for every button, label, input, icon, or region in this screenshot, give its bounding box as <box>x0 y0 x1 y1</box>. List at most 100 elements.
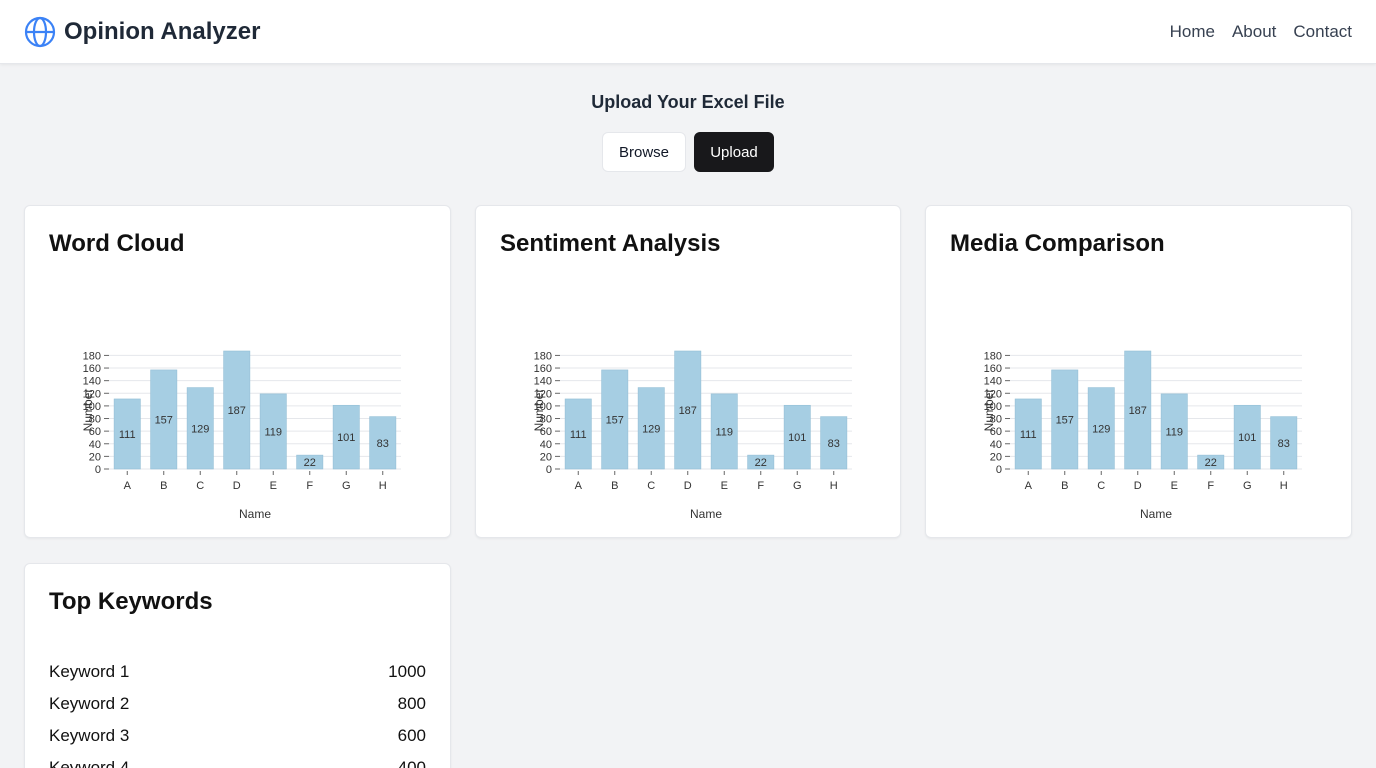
keyword-row: Keyword 2 800 <box>49 692 426 724</box>
media-comparison-chart: 020406080100120140160180111A157B129C187D… <box>982 350 1302 521</box>
nav-home-link[interactable]: Home <box>1170 20 1215 44</box>
y-tick-label: 160 <box>534 363 552 375</box>
x-tick-label: C <box>647 480 655 492</box>
x-tick-label: C <box>196 480 204 492</box>
bar-value-label: 22 <box>1205 457 1217 469</box>
bar-value-label: 187 <box>228 405 246 417</box>
y-tick-label: 20 <box>89 451 101 463</box>
upload-title: Upload Your Excel File <box>591 92 785 112</box>
sentiment-analysis-card: Sentiment Analysis 0 20 40 60 80 100 120 140 160… <box>475 205 901 538</box>
y-tick-label: 140 <box>984 376 1002 388</box>
x-tick-label: F <box>757 480 764 492</box>
bar-value-label: 129 <box>191 423 209 435</box>
x-tick-label: G <box>342 480 351 492</box>
y-axis-label: Number <box>532 389 546 432</box>
bar-value-label: 22 <box>304 457 316 469</box>
bar-value-label: 119 <box>715 426 733 438</box>
card-title: Top Keywords <box>49 588 213 615</box>
x-tick-label: A <box>124 480 132 492</box>
x-tick-label: F <box>306 480 313 492</box>
bar-value-label: 83 <box>828 438 840 450</box>
bar-value-label: 111 <box>119 429 136 441</box>
top-keywords-card: Top Keywords Keyword 1 1000 Keyword 2 80… <box>24 563 451 768</box>
y-tick-label: 40 <box>540 439 552 451</box>
y-tick-label: 160 <box>83 363 101 375</box>
bar-value-label: 129 <box>642 423 660 435</box>
bar-value-label: 83 <box>1278 438 1290 450</box>
y-tick-label: 180 <box>83 350 101 362</box>
bar-value-label: 101 <box>1238 432 1256 444</box>
bar-value-label: 187 <box>1129 405 1147 417</box>
keyword-count: 600 <box>397 726 426 745</box>
x-axis-label: Name <box>239 507 271 521</box>
keyword-count: 1000 <box>388 662 426 681</box>
y-axis-label: Number <box>81 389 95 432</box>
y-tick-label: 20 <box>540 451 552 463</box>
y-tick-label: 40 <box>89 439 101 451</box>
y-tick-label: 160 <box>984 363 1002 375</box>
card-title: Sentiment Analysis <box>500 230 721 257</box>
sentiment-analysis-chart: 020406080100120140160180111A157B129C187D… <box>532 350 852 521</box>
x-tick-label: A <box>575 480 583 492</box>
media-comparison-card: Media Comparison 0 20 40 60 80 100 120 140 160 18… <box>925 205 1352 538</box>
bar-value-label: 157 <box>1056 414 1074 426</box>
bar-value-label: 157 <box>155 414 173 426</box>
x-tick-label: G <box>1243 480 1252 492</box>
keyword-label: Keyword 4 <box>49 758 130 768</box>
bar-value-label: 22 <box>755 457 767 469</box>
bar-value-label: 83 <box>377 438 389 450</box>
x-tick-label: B <box>1061 480 1068 492</box>
y-axis-label: Number <box>982 389 996 432</box>
keyword-count: 800 <box>397 694 426 713</box>
card-title: Media Comparison <box>950 230 1165 257</box>
keyword-label: Keyword 3 <box>49 726 130 745</box>
word-cloud-chart: 020406080100120140160180111A157B129C187D… <box>81 350 401 521</box>
app-title[interactable]: Opinion Analyzer <box>64 16 260 48</box>
bar-value-label: 111 <box>1020 429 1037 441</box>
bar-value-label: 187 <box>679 405 697 417</box>
y-tick-label: 140 <box>534 376 552 388</box>
nav-contact-link[interactable]: Contact <box>1293 20 1352 44</box>
main-nav: Home About Contact <box>1170 20 1352 44</box>
x-tick-label: H <box>830 480 838 492</box>
x-tick-label: D <box>684 480 692 492</box>
bar-value-label: 129 <box>1092 423 1110 435</box>
x-tick-label: A <box>1025 480 1033 492</box>
y-tick-label: 40 <box>990 439 1002 451</box>
y-tick-label: 180 <box>534 350 552 362</box>
x-tick-label: D <box>1134 480 1142 492</box>
x-tick-label: E <box>1171 480 1178 492</box>
app-header: Opinion Analyzer Home About Contact <box>0 0 1376 64</box>
keyword-label: Keyword 2 <box>49 694 130 713</box>
bar-value-label: 101 <box>337 432 355 444</box>
word-cloud-card: Word Cloud 0 20 40 60 80 100 120 140 160 180 111 A 1… <box>24 205 451 538</box>
y-tick-label: 0 <box>546 464 552 476</box>
x-tick-label: B <box>611 480 618 492</box>
x-tick-label: C <box>1097 480 1105 492</box>
y-tick-label: 0 <box>996 464 1002 476</box>
x-tick-label: D <box>233 480 241 492</box>
bar-value-label: 119 <box>1165 426 1183 438</box>
nav-about-link[interactable]: About <box>1232 20 1276 44</box>
keyword-label: Keyword 1 <box>49 662 130 681</box>
x-axis-label: Name <box>1140 507 1172 521</box>
keyword-row: Keyword 1 1000 <box>49 660 426 692</box>
x-tick-label: G <box>793 480 802 492</box>
y-tick-label: 180 <box>984 350 1002 362</box>
bar-value-label: 119 <box>264 426 282 438</box>
keyword-list: Keyword 1 1000 Keyword 2 800 Keyword 3 6… <box>49 660 426 768</box>
x-axis-label: Name <box>690 507 722 521</box>
bar-value-label: 101 <box>788 432 806 444</box>
x-tick-label: E <box>270 480 277 492</box>
x-tick-label: E <box>721 480 728 492</box>
card-title: Word Cloud <box>49 230 185 257</box>
browse-button[interactable]: Browse <box>602 132 686 172</box>
globe-icon[interactable] <box>24 16 56 48</box>
keyword-count: 400 <box>397 758 426 768</box>
upload-button[interactable]: Upload <box>694 132 774 172</box>
keyword-row: Keyword 4 400 <box>49 756 426 768</box>
x-tick-label: F <box>1207 480 1214 492</box>
keyword-row: Keyword 3 600 <box>49 724 426 756</box>
bar-value-label: 111 <box>570 429 587 441</box>
x-tick-label: B <box>160 480 167 492</box>
